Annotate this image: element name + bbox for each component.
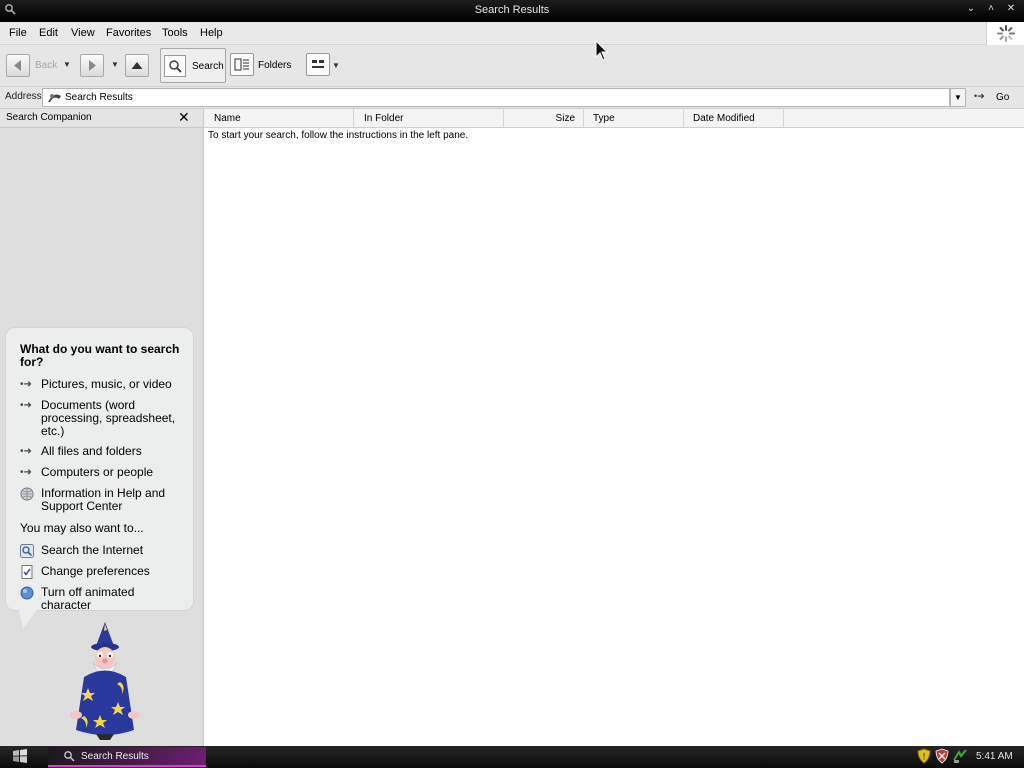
search-results-icon [46,90,63,108]
back-arrow-icon [14,60,21,71]
search-icon [164,55,186,77]
close-button[interactable]: ✕ [1003,2,1019,16]
clock: 5:41 AM [976,751,1013,762]
start-button[interactable] [12,749,28,766]
column-header-filler [784,109,1024,128]
address-value: Search Results [65,92,133,103]
menu-help[interactable]: Help [200,27,223,39]
column-header-type[interactable]: Type [584,109,684,128]
menu-favorites[interactable]: Favorites [106,27,151,39]
forward-button[interactable] [80,54,104,77]
arrow-icon: •➜ [20,379,32,390]
antivirus-icon[interactable] [934,748,950,764]
close-pane-icon[interactable]: ✕ [178,109,190,126]
window-title: Search Results [474,4,550,16]
network-icon[interactable] [952,748,968,764]
menu-tools[interactable]: Tools [162,27,188,39]
up-arrow-icon [131,62,143,69]
toolbar: Back ▼ ▼ Search Folders ▼ [0,45,1024,87]
menu-view[interactable]: View [71,27,95,39]
menu-file[interactable]: File [9,27,27,39]
search-label: Search [192,61,224,72]
column-header-date-modified[interactable]: Date Modified [684,109,784,128]
views-button[interactable] [306,53,330,76]
forward-history-dropdown-icon[interactable]: ▼ [111,60,119,69]
option-label: Pictures, music, or video [41,377,172,391]
help-globe-icon [20,487,36,505]
speech-bubble: What do you want to search for? •➜ Pictu… [5,327,194,629]
option-label: Computers or people [41,465,154,479]
address-dropdown-icon[interactable]: ▼ [950,88,966,107]
views-dropdown-icon[interactable]: ▼ [332,61,340,70]
option-label: Documents (word processing, spreadsheet,… [41,398,176,438]
windows-logo-icon [13,749,27,763]
column-header-name[interactable]: Name [204,109,354,128]
address-field[interactable]: Search Results [42,88,950,107]
address-bar: Address Search Results ▼ •➜ Go [0,87,1024,109]
forward-arrow-icon [89,60,96,71]
task-label: Search Results [81,751,149,762]
arrow-icon: •➜ [20,400,32,411]
empty-results-message: To start your search, follow the instruc… [208,130,469,141]
results-pane: Name In Folder Size Type Date Modified T… [204,109,1024,746]
back-history-dropdown-icon[interactable]: ▼ [63,60,71,69]
search-companion-pane: Search Companion ✕ What do you want to s… [0,109,204,746]
search-button[interactable]: Search [160,48,226,83]
svg-text:!: ! [922,753,926,763]
arrow-icon: •➜ [20,446,32,457]
speech-bubble-tail [19,610,37,629]
search-companion-title: Search Companion [6,112,92,123]
wizard-character-icon[interactable] [60,622,150,742]
up-folder-button[interactable] [125,54,149,77]
search-companion-header: Search Companion ✕ [0,109,203,128]
menu-bar: File Edit View Favorites Tools Help [0,22,1024,45]
column-header-in-folder[interactable]: In Folder [354,109,504,128]
address-label: Address [5,91,42,102]
search-internet-icon [20,544,36,562]
taskbar-task-search-results[interactable]: Search Results [48,747,206,767]
option-label: Change preferences [41,564,150,578]
folders-label[interactable]: Folders [258,60,291,71]
also-want-to-label: You may also want to... [20,521,144,535]
animated-character-icon [20,586,36,604]
arrow-icon: •➜ [20,467,32,478]
go-button[interactable]: Go [996,92,1009,103]
minimize-button[interactable]: ⌄ [963,2,979,16]
security-shield-icon[interactable]: ! [916,748,932,764]
maximize-button[interactable]: ˄ [983,2,999,16]
option-label: Information in Help and Support Center [41,486,166,513]
option-label: All files and folders [41,444,142,458]
back-button[interactable] [6,54,30,77]
search-question: What do you want to search for? [20,342,180,369]
mouse-pointer-icon [595,39,609,62]
option-label: Turn off animated character [41,585,135,612]
preferences-icon [20,565,36,583]
back-label: Back [35,60,58,71]
search-window-icon [63,750,75,765]
loading-throbber-icon [986,22,1024,45]
views-icon [312,60,324,68]
folders-icon[interactable] [230,53,254,76]
taskbar: Search Results ! 5:41 AM [0,746,1024,768]
go-arrow-icon[interactable]: •➜ [974,91,985,102]
column-header-size[interactable]: Size [504,109,584,128]
title-bar: Search Results ⌄ ˄ ✕ [0,0,1024,22]
menu-edit[interactable]: Edit [39,27,58,39]
option-label: Search the Internet [41,543,144,557]
